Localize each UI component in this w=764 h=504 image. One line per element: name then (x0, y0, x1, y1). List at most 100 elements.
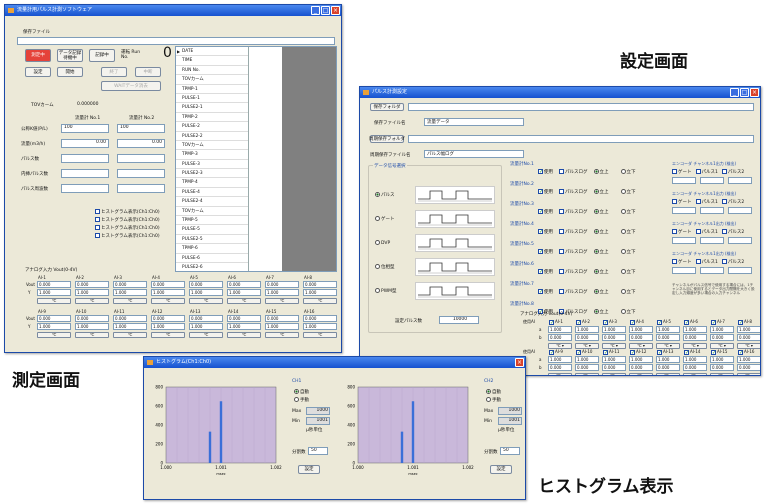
ai-a-value[interactable]: 1.000 (548, 326, 572, 333)
checkbox-icon[interactable] (559, 189, 564, 194)
checkbox-icon[interactable] (95, 225, 100, 230)
meter2-value[interactable] (117, 169, 165, 178)
fall-radio[interactable]: 立下 (620, 229, 636, 235)
max-input[interactable]: 1000 (498, 407, 522, 415)
list-item[interactable]: PULSE2-3 (176, 169, 248, 179)
encoder-option[interactable]: パルス2 (721, 169, 744, 175)
ai-use-check[interactable]: ✓AI-16 (737, 349, 754, 355)
list-item[interactable]: TPMP-6 (176, 244, 248, 254)
ai-unit-button[interactable]: ℃ (75, 332, 109, 338)
checkbox-icon[interactable] (672, 229, 677, 234)
ai-b-value[interactable]: 0.000 (710, 334, 734, 341)
radio-icon[interactable] (620, 309, 626, 314)
list-item[interactable]: PULSE-1 (176, 94, 248, 104)
radio-icon[interactable] (593, 229, 599, 234)
list-item[interactable]: TIME (176, 56, 248, 66)
checkbox-icon[interactable]: ✓ (538, 269, 543, 275)
fall-radio[interactable]: 立下 (620, 289, 636, 295)
ai-unit-select[interactable]: ℃ ▾ (656, 373, 680, 375)
ai-unit-button[interactable]: ℃ (303, 332, 337, 338)
ai-unit-select[interactable]: ℃ ▾ (575, 373, 599, 375)
meter1-value[interactable] (61, 154, 109, 163)
division-input[interactable]: 50 (308, 447, 328, 455)
ai-a-value[interactable]: 1.000 (629, 326, 653, 333)
rise-radio[interactable]: 立上 (593, 289, 609, 295)
abort-button[interactable]: 中断 (135, 67, 161, 77)
list-item[interactable]: PULSE2-1 (176, 103, 248, 113)
pulse-log-check[interactable]: パルスログ (559, 169, 588, 175)
radio-icon[interactable] (375, 264, 380, 269)
checkbox-icon[interactable]: ✓ (603, 319, 608, 325)
fall-radio[interactable]: 立下 (620, 169, 636, 175)
list-item[interactable]: TPMP-4 (176, 178, 248, 188)
checkbox-icon[interactable]: ✓ (549, 319, 554, 325)
ai-b-value[interactable]: 0.000 (602, 334, 626, 341)
ai-unit-button[interactable]: ℃ (113, 332, 147, 338)
list-item[interactable]: TPMP-1 (176, 85, 248, 94)
radio-icon[interactable] (593, 189, 599, 194)
radio-icon[interactable] (620, 229, 626, 234)
auto-radio[interactable]: 自動 (486, 389, 501, 395)
close-icon[interactable]: × (515, 358, 524, 367)
radio-icon[interactable] (593, 289, 599, 294)
encoder-value[interactable] (672, 177, 696, 184)
ai-b-value[interactable]: 0.000 (737, 364, 760, 371)
ai-unit-select[interactable]: ℃ ▾ (683, 373, 707, 375)
signal-option[interactable]: パルス (375, 192, 395, 198)
meter-use-check[interactable]: ✓使用 (538, 209, 553, 215)
ai-unit-button[interactable]: ℃ (75, 298, 109, 304)
ai-unit-button[interactable]: ℃ (37, 298, 71, 304)
maximize-icon[interactable]: □ (321, 6, 330, 15)
ai-a-value[interactable]: 1.000 (548, 356, 572, 363)
wait-clear-button[interactable]: WAITデータ消去 (101, 81, 161, 91)
histogram-set-button[interactable]: 設定 (490, 465, 512, 474)
radio-icon[interactable] (620, 269, 626, 274)
meter1-value[interactable]: 100 (61, 124, 109, 133)
start-button[interactable]: 開始 (57, 67, 83, 77)
checkbox-icon[interactable]: ✓ (538, 289, 543, 295)
list-item[interactable]: TPMP-5 (176, 216, 248, 226)
ai-use-check[interactable]: ✓AI-15 (710, 349, 727, 355)
meter-use-check[interactable]: ✓使用 (538, 189, 553, 195)
set-pulse-input[interactable]: 10000 (439, 316, 479, 324)
rise-radio[interactable]: 立上 (593, 249, 609, 255)
list-item[interactable]: DATE ▶ (176, 47, 248, 57)
fall-radio[interactable]: 立下 (620, 309, 636, 315)
ai-unit-select[interactable]: ℃ ▾ (602, 373, 626, 375)
checkbox-icon[interactable] (695, 229, 701, 234)
encoder-option[interactable]: ゲート (672, 229, 692, 235)
histogram-checkbox[interactable]: ヒストグラム表示(Ch1:Ch0) (95, 225, 160, 231)
ai-b-value[interactable]: 0.000 (548, 364, 572, 371)
periodic-file-name-input[interactable]: パルス幅ログ (424, 150, 524, 158)
ai-b-value[interactable]: 0.000 (629, 364, 653, 371)
ai-unit-button[interactable]: ℃ (227, 298, 261, 304)
meter1-value[interactable] (61, 169, 109, 178)
ai-b-value[interactable]: 0.000 (737, 334, 760, 341)
meter-use-check[interactable]: ✓使用 (538, 169, 553, 175)
checkbox-icon[interactable] (95, 209, 100, 214)
min-input[interactable]: 1001 (306, 417, 330, 425)
pulse-log-check[interactable]: パルスログ (559, 249, 588, 255)
encoder-value[interactable] (672, 207, 696, 214)
list-item[interactable]: PULSE-3 (176, 160, 248, 170)
ai-a-value[interactable]: 1.000 (710, 356, 734, 363)
meter2-value[interactable]: 100 (117, 124, 165, 133)
checkbox-icon[interactable] (559, 169, 564, 174)
ai-unit-button[interactable]: ℃ (265, 332, 299, 338)
histogram-set-button[interactable]: 設定 (298, 465, 320, 474)
list-item[interactable]: PULSE-2 (176, 122, 248, 132)
ai-a-value[interactable]: 1.000 (737, 326, 760, 333)
ai-a-value[interactable]: 1.000 (683, 326, 707, 333)
radio-icon[interactable] (620, 189, 626, 194)
division-input[interactable]: 50 (500, 447, 520, 455)
checkbox-icon[interactable]: ✓ (538, 189, 543, 195)
rise-radio[interactable]: 立上 (593, 169, 609, 175)
histogram-checkbox[interactable]: ヒストグラム表示(Ch1:Ch0) (95, 209, 160, 215)
list-item[interactable]: PULSE-4 (176, 188, 248, 198)
meter-use-check[interactable]: ✓使用 (538, 289, 553, 295)
checkbox-icon[interactable] (672, 169, 677, 174)
ai-b-value[interactable]: 0.000 (656, 334, 680, 341)
ai-unit-select[interactable]: ℃ ▾ (710, 373, 734, 375)
ai-use-check[interactable]: ✓AI-12 (629, 349, 646, 355)
ai-unit-button[interactable]: ℃ (37, 332, 71, 338)
